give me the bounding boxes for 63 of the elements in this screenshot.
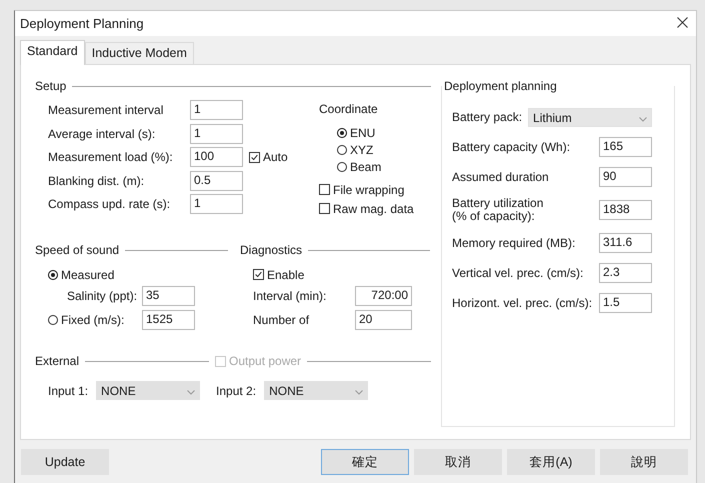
field-label: Number of [253, 313, 310, 327]
input-field[interactable]: 20 [355, 310, 412, 330]
tab[interactable]: Inductive Modem [84, 42, 194, 64]
radio-button[interactable]: XYZ [337, 141, 414, 158]
field-label: Battery pack: [452, 111, 522, 124]
caret-icon [639, 116, 647, 122]
input-field[interactable]: 1838 [599, 200, 652, 220]
input-field[interactable]: 1 [190, 194, 243, 214]
input-field[interactable]: 90 [599, 167, 652, 187]
caret-icon [187, 390, 196, 394]
dropdown[interactable]: NONE [264, 381, 368, 400]
checkbox[interactable]: Enable [253, 266, 412, 283]
update-button[interactable]: Update [21, 449, 109, 475]
input-field[interactable]: 100 [190, 147, 243, 167]
dropdown[interactable]: NONE [96, 381, 200, 400]
close-icon[interactable] [677, 17, 688, 28]
input-field[interactable]: 720:00 [355, 286, 412, 306]
radio-button[interactable]: Measured [48, 266, 195, 283]
tab[interactable]: Standard [20, 40, 85, 65]
dialog-button[interactable]: 取消 [414, 449, 502, 475]
dialog-button[interactable]: 確定 [321, 449, 409, 475]
section-title: Speed of sound [35, 243, 120, 257]
field-label: Battery capacity (Wh): [452, 140, 572, 154]
field-label: Memory required (MB): [452, 236, 576, 250]
field-label: Measurement interval [48, 103, 164, 117]
field-label: Battery utilization (% of capacity): [452, 197, 544, 223]
field-label: Measurement load (%): [48, 150, 174, 164]
input-field[interactable]: 1.5 [599, 293, 652, 313]
section-title: Diagnostics [240, 243, 302, 257]
input-field[interactable]: 165 [599, 137, 652, 157]
field-label: Blanking dist. (m): [48, 174, 146, 188]
input-field[interactable]: 1525 [142, 310, 195, 330]
field-label: Input 1: [48, 384, 88, 398]
field-label: Average interval (s): [48, 126, 156, 140]
dialog-button[interactable]: 套用(A) [507, 449, 595, 475]
field-label: Interval (min): [253, 288, 328, 302]
input-field[interactable]: 2.3 [599, 263, 652, 283]
field-label: Assumed duration [452, 170, 550, 184]
field-label: Input 2: [216, 384, 256, 398]
checkbox[interactable]: Auto [249, 148, 299, 166]
input-field[interactable]: 1 [190, 124, 243, 144]
radio-button[interactable]: Fixed (m/s): [48, 312, 142, 328]
checkbox: Output power [215, 352, 302, 370]
section-title: Setup [35, 79, 66, 93]
field-label: Salinity (ppt): [66, 288, 138, 302]
field-label: Vertical vel. prec. (cm/s): [452, 266, 584, 280]
check-icon [254, 269, 263, 280]
caret-icon [355, 390, 364, 394]
field-label: Compass upd. rate (s): [48, 197, 172, 211]
field-label: Horizont. vel. prec. (cm/s): [452, 296, 594, 310]
section-title: Coordinate [319, 102, 379, 116]
window-title: Deployment Planning [20, 16, 144, 31]
radio-button[interactable]: ENU [337, 124, 414, 141]
section-title: External [35, 354, 80, 368]
input-field[interactable]: 311.6 [599, 233, 652, 253]
radio-button[interactable]: Beam [337, 158, 414, 175]
input-field[interactable]: 35 [142, 286, 195, 306]
input-field[interactable]: 1 [190, 100, 243, 120]
input-field[interactable]: 0.5 [190, 170, 243, 190]
dialog-button[interactable]: 說明 [600, 449, 688, 475]
checkbox[interactable]: File wrapping [319, 181, 414, 198]
dropdown[interactable]: Lithium [528, 108, 652, 127]
checkbox[interactable]: Raw mag. data [319, 200, 414, 217]
